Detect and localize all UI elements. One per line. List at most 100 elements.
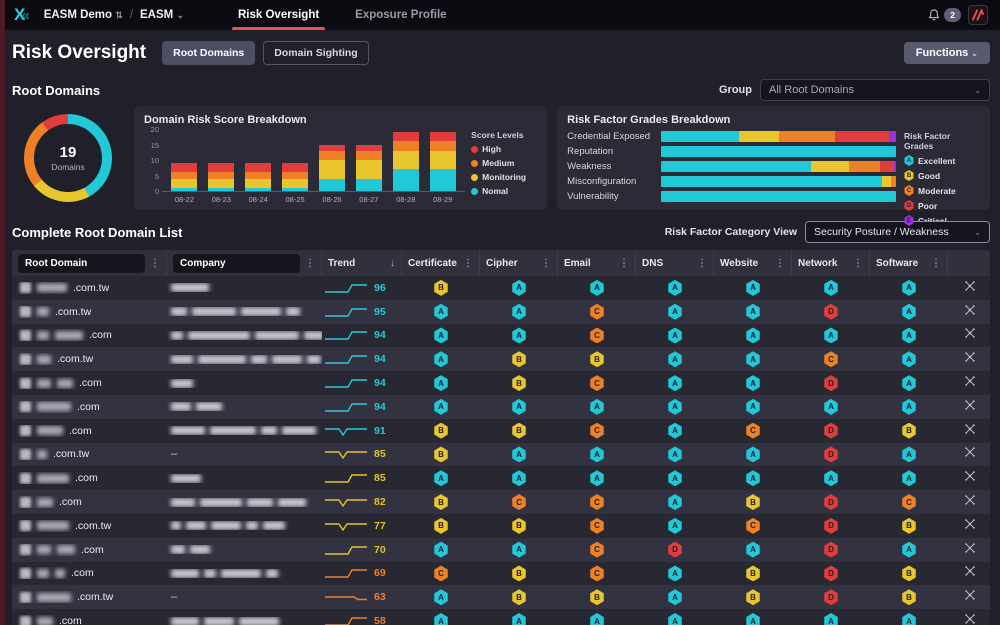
kebab-menu-icon[interactable]: ⋮ xyxy=(697,258,707,269)
brand-logo[interactable]: X« xyxy=(14,5,30,25)
scan-explore-icon[interactable] xyxy=(964,374,976,392)
table-row[interactable]: .com.tw–63ABBABDB xyxy=(12,585,990,609)
kebab-menu-icon[interactable]: ⋮ xyxy=(931,258,941,269)
grade-badge-D[interactable]: D xyxy=(824,542,839,558)
grade-badge-A[interactable]: A xyxy=(902,351,917,367)
sort-desc-icon[interactable]: ↓ xyxy=(390,258,395,269)
grade-badge-B[interactable]: B xyxy=(590,351,605,367)
grade-badge-B[interactable]: B xyxy=(512,351,527,367)
grade-badge-A[interactable]: A xyxy=(668,446,683,462)
grade-badge-A[interactable]: A xyxy=(668,423,683,439)
grade-badge-A[interactable]: A xyxy=(512,327,527,343)
project-switcher[interactable]: EASM ⌄ xyxy=(140,9,184,21)
grade-badge-A[interactable]: A xyxy=(746,280,761,296)
nav-tab-exposure-profile[interactable]: Exposure Profile xyxy=(337,0,464,30)
grade-badge-A[interactable]: A xyxy=(434,304,449,320)
grade-badge-C[interactable]: C xyxy=(824,351,839,367)
functions-button[interactable]: Functions⌄ xyxy=(904,42,990,64)
grade-badge-A[interactable]: A xyxy=(902,542,917,558)
group-select[interactable]: All Root Domains ⌄ xyxy=(760,79,990,101)
grade-badge-D[interactable]: D xyxy=(824,423,839,439)
column-filter-box[interactable]: Company xyxy=(173,254,300,273)
grade-badge-C[interactable]: C xyxy=(590,304,605,320)
grade-badge-A[interactable]: A xyxy=(434,399,449,415)
column-filter-box[interactable]: Root Domain xyxy=(18,254,145,273)
notification-bell-icon[interactable] xyxy=(927,8,941,22)
scan-explore-icon[interactable] xyxy=(964,398,976,416)
grade-badge-C[interactable]: C xyxy=(902,494,917,510)
grade-badge-A[interactable]: A xyxy=(668,280,683,296)
scan-explore-icon[interactable] xyxy=(964,469,976,487)
grade-badge-A[interactable]: A xyxy=(746,399,761,415)
grade-badge-A[interactable]: A xyxy=(434,589,449,605)
grade-badge-B[interactable]: B xyxy=(434,446,449,462)
scan-explore-icon[interactable] xyxy=(964,279,976,297)
grade-badge-A[interactable]: A xyxy=(902,613,917,625)
grade-badge-B[interactable]: B xyxy=(512,423,527,439)
grade-badge-A[interactable]: A xyxy=(902,304,917,320)
grade-badge-B[interactable]: B xyxy=(746,494,761,510)
grade-badge-B[interactable]: B xyxy=(512,518,527,534)
scan-explore-icon[interactable] xyxy=(964,445,976,463)
grade-badge-B[interactable]: B xyxy=(902,589,917,605)
grade-badge-C[interactable]: C xyxy=(746,518,761,534)
grade-badge-A[interactable]: A xyxy=(902,327,917,343)
grade-badge-A[interactable]: A xyxy=(902,375,917,391)
grade-badge-A[interactable]: A xyxy=(668,565,683,581)
grade-badge-B[interactable]: B xyxy=(902,518,917,534)
grade-badge-A[interactable]: A xyxy=(668,304,683,320)
table-row[interactable]: .com94AACAAAA xyxy=(12,324,990,348)
grade-badge-A[interactable]: A xyxy=(824,280,839,296)
grade-badge-A[interactable]: A xyxy=(824,327,839,343)
grade-badge-D[interactable]: D xyxy=(824,304,839,320)
grade-badge-A[interactable]: A xyxy=(668,470,683,486)
grade-badge-A[interactable]: A xyxy=(434,470,449,486)
kebab-menu-icon[interactable]: ⋮ xyxy=(305,258,315,269)
scan-explore-icon[interactable] xyxy=(964,303,976,321)
grade-badge-A[interactable]: A xyxy=(668,399,683,415)
notification-count-badge[interactable]: 2 xyxy=(944,8,961,22)
nav-tab-risk-oversight[interactable]: Risk Oversight xyxy=(220,0,337,30)
grade-badge-D[interactable]: D xyxy=(824,518,839,534)
kebab-menu-icon[interactable]: ⋮ xyxy=(463,258,473,269)
grade-badge-A[interactable]: A xyxy=(746,542,761,558)
grade-badge-A[interactable]: A xyxy=(434,375,449,391)
grade-badge-A[interactable]: A xyxy=(590,613,605,625)
grade-badge-A[interactable]: A xyxy=(746,375,761,391)
user-avatar[interactable] xyxy=(968,5,988,25)
grade-badge-A[interactable]: A xyxy=(512,446,527,462)
category-view-select[interactable]: Security Posture / Weakness ⌄ xyxy=(805,221,990,243)
table-row[interactable]: .com94ABCAADA xyxy=(12,371,990,395)
grade-badge-A[interactable]: A xyxy=(746,613,761,625)
grade-badge-D[interactable]: D xyxy=(824,375,839,391)
grade-badge-A[interactable]: A xyxy=(512,399,527,415)
kebab-menu-icon[interactable]: ⋮ xyxy=(150,258,160,269)
grade-badge-B[interactable]: B xyxy=(902,565,917,581)
grade-badge-B[interactable]: B xyxy=(434,518,449,534)
grade-badge-A[interactable]: A xyxy=(668,494,683,510)
grade-badge-A[interactable]: A xyxy=(590,446,605,462)
table-row[interactable]: .com.tw96BAAAAAA xyxy=(12,276,990,300)
grade-badge-B[interactable]: B xyxy=(902,423,917,439)
table-row[interactable]: .com85AAAAAAA xyxy=(12,466,990,490)
scan-explore-icon[interactable] xyxy=(964,588,976,606)
grade-badge-A[interactable]: A xyxy=(512,280,527,296)
toggle-domain-sighting[interactable]: Domain Sighting xyxy=(263,41,368,65)
grade-badge-A[interactable]: A xyxy=(746,470,761,486)
grade-badge-B[interactable]: B xyxy=(512,565,527,581)
grade-badge-A[interactable]: A xyxy=(746,304,761,320)
table-row[interactable]: .com69CBCABDB xyxy=(12,562,990,586)
grade-badge-D[interactable]: D xyxy=(668,542,683,558)
grade-badge-B[interactable]: B xyxy=(512,589,527,605)
table-row[interactable]: .com70AACDADA xyxy=(12,538,990,562)
grade-badge-A[interactable]: A xyxy=(434,327,449,343)
grade-badge-A[interactable]: A xyxy=(434,542,449,558)
grade-badge-D[interactable]: D xyxy=(824,494,839,510)
grade-badge-A[interactable]: A xyxy=(824,613,839,625)
scan-explore-icon[interactable] xyxy=(964,541,976,559)
grade-badge-B[interactable]: B xyxy=(590,589,605,605)
grade-badge-C[interactable]: C xyxy=(590,542,605,558)
grade-badge-A[interactable]: A xyxy=(668,518,683,534)
table-row[interactable]: .com.tw95AACAADA xyxy=(12,300,990,324)
table-row[interactable]: .com.tw94ABBAACA xyxy=(12,347,990,371)
